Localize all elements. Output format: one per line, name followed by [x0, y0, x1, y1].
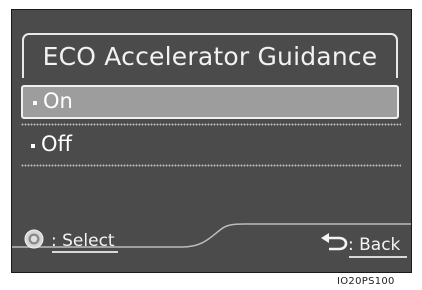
dial-icon	[24, 229, 44, 249]
select-hint[interactable]: : Select	[51, 231, 115, 251]
display-screen: ECO Accelerator Guidance On Off : Select…	[12, 10, 411, 272]
return-arrow-icon	[321, 233, 348, 251]
figure-code: IO20PS100	[337, 276, 395, 287]
back-hint[interactable]: : Back	[348, 235, 400, 255]
select-underline	[52, 251, 118, 253]
back-underline	[349, 256, 407, 258]
